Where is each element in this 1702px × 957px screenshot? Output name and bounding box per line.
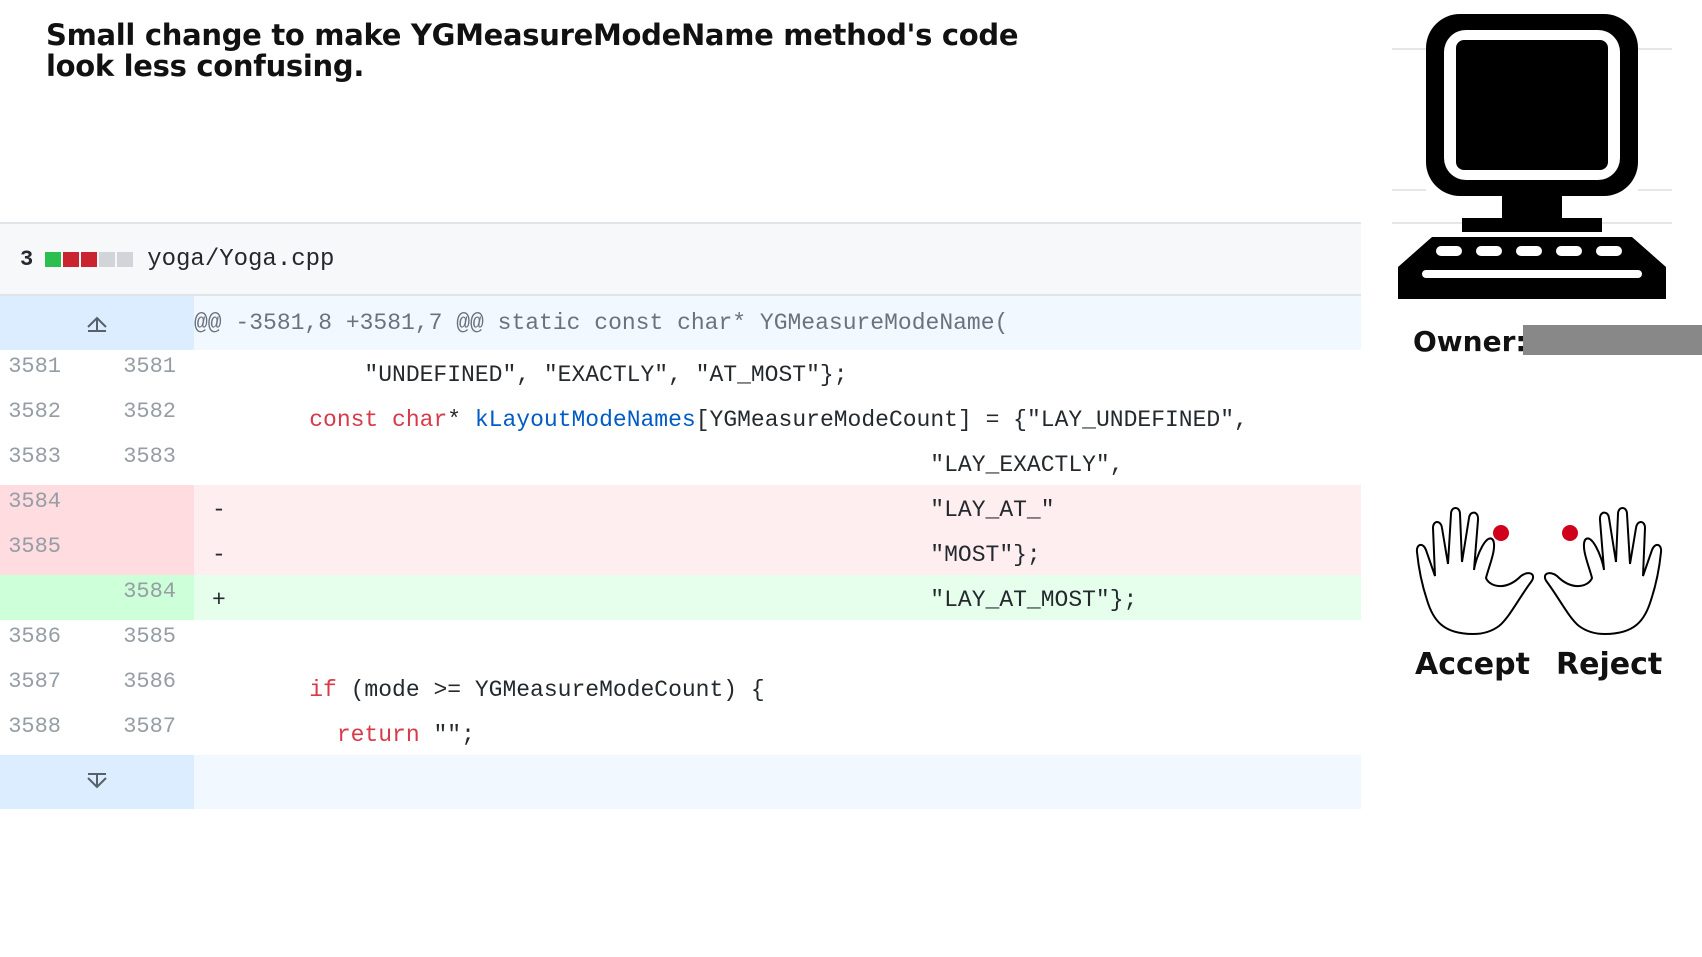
diffstat-block bbox=[45, 251, 62, 267]
page-title: Small change to make YGMeasureModeName m… bbox=[46, 18, 1019, 83]
old-line-number[interactable]: 3581 bbox=[0, 350, 79, 395]
code-token: "LAY_AT_MOST"}; bbox=[254, 587, 1138, 613]
code-token: ""; bbox=[419, 722, 475, 748]
accept-button[interactable]: Accept bbox=[1415, 647, 1530, 682]
old-line-number[interactable] bbox=[0, 575, 79, 620]
old-line-number[interactable]: 3586 bbox=[0, 620, 79, 665]
diff-line: 3587 3586 if (mode >= YGMeasureModeCount)… bbox=[0, 665, 1361, 710]
old-line-number[interactable]: 3583 bbox=[0, 440, 79, 485]
file-header: 3 yoga/Yoga.cpp bbox=[0, 222, 1361, 296]
code-token: if bbox=[309, 677, 337, 703]
code-text: "LAY_AT_" bbox=[254, 497, 1055, 523]
code-token: [YGMeasureModeCount] = {"LAY_UNDEFINED", bbox=[695, 407, 1248, 433]
new-line-number[interactable]: 3581 bbox=[79, 350, 194, 395]
diff-lines: 3581 3581 "UNDEFINED", "EXACTLY", "AT_MOS… bbox=[0, 350, 1361, 755]
right-hand-icon[interactable] bbox=[1540, 500, 1665, 640]
left-hand-icon[interactable] bbox=[1413, 500, 1538, 640]
old-line-number[interactable]: 3585 bbox=[0, 530, 79, 575]
diff-line: 3586 3585 bbox=[0, 620, 1361, 665]
hunk-header: @@ -3581,8 +3581,7 @@ static const char*… bbox=[194, 310, 1009, 336]
diff-view: 3 yoga/Yoga.cpp @@ -3581,8 +3581,7 @@ st… bbox=[0, 222, 1361, 810]
diffstat-block bbox=[99, 251, 116, 267]
code-text: "LAY_AT_MOST"}; bbox=[254, 587, 1137, 613]
expand-down-icon bbox=[87, 773, 107, 789]
expand-down-button[interactable] bbox=[0, 755, 194, 809]
file-name-link[interactable]: yoga/Yoga.cpp bbox=[147, 246, 334, 273]
code-token: * bbox=[447, 407, 475, 433]
diffstat-block bbox=[117, 251, 134, 267]
expand-up-button[interactable] bbox=[0, 296, 194, 350]
code-token: const bbox=[309, 407, 379, 433]
code-token: "UNDEFINED", "EXACTLY", "AT_MOST"}; bbox=[254, 362, 848, 388]
new-line-number[interactable]: 3584 bbox=[79, 575, 194, 620]
new-line-number[interactable] bbox=[79, 485, 194, 530]
diff-line: 3584 + "LAY_AT_MOST"}; bbox=[0, 575, 1361, 620]
change-count: 3 bbox=[20, 246, 34, 272]
deletion-marker: - bbox=[212, 497, 226, 523]
code-token: char bbox=[392, 407, 448, 433]
reject-indicator-dot bbox=[1562, 525, 1578, 541]
diffstat-blocks bbox=[45, 251, 134, 267]
owner-label: Owner: bbox=[1413, 325, 1527, 358]
accept-indicator-dot bbox=[1493, 525, 1509, 541]
old-line-number[interactable]: 3587 bbox=[0, 665, 79, 710]
diff-line: 3588 3587 return ""; bbox=[0, 710, 1361, 755]
new-line-number[interactable] bbox=[79, 530, 194, 575]
new-line-number[interactable]: 3586 bbox=[79, 665, 194, 710]
diffstat-block bbox=[81, 251, 98, 267]
code-token: (mode >= YGMeasureModeCount) { bbox=[336, 677, 765, 703]
computer-icon bbox=[1392, 14, 1672, 299]
new-line-number[interactable]: 3585 bbox=[79, 620, 194, 665]
code-text: "MOST"}; bbox=[254, 542, 1041, 568]
deletion-marker: - bbox=[212, 542, 226, 568]
code-text: return ""; bbox=[254, 722, 475, 748]
code-token: kLayoutModeNames bbox=[474, 407, 696, 433]
code-token: "MOST"}; bbox=[254, 542, 1041, 568]
diff-line: 3581 3581 "UNDEFINED", "EXACTLY", "AT_MOS… bbox=[0, 350, 1361, 395]
diffstat-block bbox=[63, 251, 80, 267]
old-line-number[interactable]: 3584 bbox=[0, 485, 79, 530]
diff-line: 3582 3582 const char* kLayoutModeNames[YG… bbox=[0, 395, 1361, 440]
old-line-number[interactable]: 3582 bbox=[0, 395, 79, 440]
old-line-number[interactable]: 3588 bbox=[0, 710, 79, 755]
diff-line: 3583 3583 "LAY_EXACTLY", bbox=[0, 440, 1361, 485]
hunk-footer-row bbox=[0, 755, 1361, 809]
new-line-number[interactable]: 3582 bbox=[79, 395, 194, 440]
code-text: "UNDEFINED", "EXACTLY", "AT_MOST"}; bbox=[254, 362, 848, 388]
code-text: "LAY_EXACTLY", bbox=[254, 452, 1124, 478]
expand-up-icon bbox=[87, 316, 107, 332]
reject-button[interactable]: Reject bbox=[1556, 647, 1662, 682]
code-token: return bbox=[336, 722, 420, 748]
diff-line: 3585 - "MOST"}; bbox=[0, 530, 1361, 575]
owner-redacted-bar bbox=[1523, 325, 1702, 355]
code-token: "LAY_AT_" bbox=[254, 497, 1055, 523]
new-line-number[interactable]: 3587 bbox=[79, 710, 194, 755]
addition-marker: + bbox=[212, 587, 226, 613]
hunk-header-row: @@ -3581,8 +3581,7 @@ static const char*… bbox=[0, 296, 1361, 350]
code-text: if (mode >= YGMeasureModeCount) { bbox=[254, 677, 765, 703]
code-text: const char* kLayoutModeNames[YGMeasureMo… bbox=[254, 407, 1248, 433]
new-line-number[interactable]: 3583 bbox=[79, 440, 194, 485]
diff-line: 3584 - "LAY_AT_" bbox=[0, 485, 1361, 530]
code-token: "LAY_EXACTLY", bbox=[254, 452, 1124, 478]
